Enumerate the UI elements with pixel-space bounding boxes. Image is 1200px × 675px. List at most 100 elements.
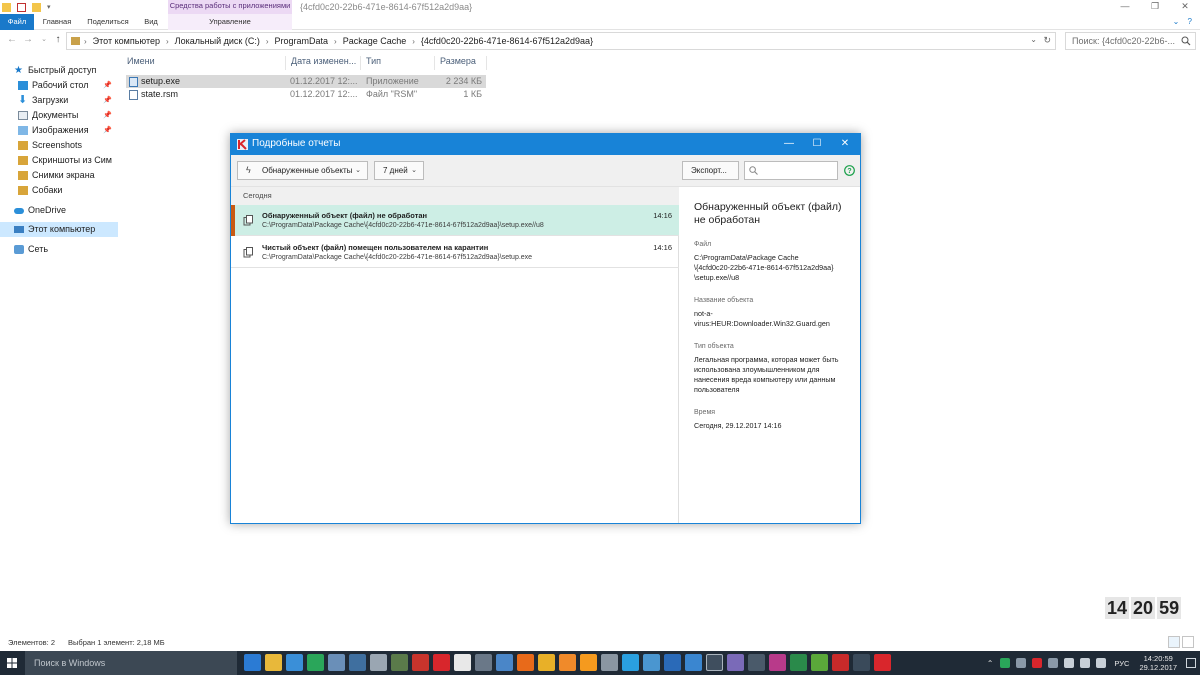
notifications-icon[interactable] xyxy=(1186,658,1196,668)
battery-icon[interactable] xyxy=(1096,658,1107,668)
tray-app-icon[interactable] xyxy=(1032,658,1043,668)
tab-manage[interactable]: Управление xyxy=(168,14,292,30)
app-icon[interactable] xyxy=(748,654,765,671)
dialog-close-button[interactable]: ✕ xyxy=(831,136,859,152)
export-button[interactable]: Экспорт... xyxy=(682,161,739,180)
windows-start-icon[interactable] xyxy=(0,651,24,675)
chevron-right-icon[interactable]: › xyxy=(266,37,269,46)
nav-item-sim-screenshots[interactable]: Скриншоты из Сим xyxy=(0,153,118,168)
kaspersky-taskbar-icon[interactable] xyxy=(874,654,891,671)
app-icon[interactable] xyxy=(811,654,828,671)
event-row-quarantined[interactable]: Чистый объект (файл) помещен пользовател… xyxy=(231,237,679,268)
chevron-up-icon[interactable]: ⌃ xyxy=(987,659,994,668)
volume-icon[interactable] xyxy=(1080,658,1091,668)
file-explorer-icon[interactable] xyxy=(265,654,282,671)
event-row-unprocessed[interactable]: Обнаруженный объект (файл) не обработан … xyxy=(231,205,679,236)
app-icon[interactable] xyxy=(832,654,849,671)
app-icon[interactable] xyxy=(706,654,723,671)
help-icon[interactable]: ? xyxy=(844,165,855,176)
breadcrumb-this-pc[interactable]: Этот компьютер xyxy=(93,36,160,46)
app-icon[interactable] xyxy=(475,654,492,671)
tab-share[interactable]: Поделиться xyxy=(80,14,136,30)
pin-icon[interactable]: 📌 xyxy=(103,108,112,123)
dialog-search-input[interactable] xyxy=(744,161,838,180)
app-icon[interactable] xyxy=(727,654,744,671)
search-input[interactable]: Поиск: {4cfd0c20-22b6-... xyxy=(1065,32,1196,50)
detected-objects-filter[interactable]: ϟ Обнаруженные объекты ⌄ xyxy=(237,161,368,180)
app-icon[interactable] xyxy=(349,654,366,671)
nav-this-pc[interactable]: Этот компьютер xyxy=(0,222,118,237)
taskbar-search-input[interactable]: Поиск в Windows xyxy=(25,651,237,675)
column-type[interactable]: Тип xyxy=(361,56,435,70)
details-view-icon[interactable] xyxy=(1168,636,1180,648)
settings-gear-icon[interactable] xyxy=(601,654,618,671)
app-icon[interactable] xyxy=(559,654,576,671)
odnoklassniki-icon[interactable] xyxy=(580,654,597,671)
nav-item-screen-snaps[interactable]: Снимки экрана xyxy=(0,168,118,183)
refresh-icon[interactable]: ↻ xyxy=(1043,35,1051,46)
tab-file[interactable]: Файл xyxy=(0,14,34,30)
app-icon[interactable] xyxy=(328,654,345,671)
pin-icon[interactable]: 📌 xyxy=(103,123,112,138)
breadcrumb-local-disk[interactable]: Локальный диск (C:) xyxy=(175,36,260,46)
days-filter[interactable]: 7 дней ⌄ xyxy=(374,161,424,180)
tab-view[interactable]: Вид xyxy=(138,14,164,30)
chevron-right-icon[interactable]: › xyxy=(334,37,337,46)
breadcrumb-guid-folder[interactable]: {4cfd0c20-22b6-471e-8614-67f512a2d9aa} xyxy=(421,36,593,46)
app-icon[interactable] xyxy=(412,654,429,671)
app-icon[interactable] xyxy=(769,654,786,671)
store-icon[interactable] xyxy=(286,654,303,671)
tab-home[interactable]: Главная xyxy=(36,14,78,30)
app-icon[interactable] xyxy=(853,654,870,671)
app-icon[interactable] xyxy=(391,654,408,671)
yandex-browser-icon[interactable] xyxy=(454,654,471,671)
maximize-button[interactable]: ❐ xyxy=(1140,0,1170,14)
chevron-down-icon[interactable]: ⌄ xyxy=(1173,17,1180,26)
chrome-icon[interactable] xyxy=(538,654,555,671)
app-icon[interactable] xyxy=(370,654,387,671)
app-icon[interactable] xyxy=(664,654,681,671)
tray-app-icon[interactable] xyxy=(1000,658,1011,668)
close-button[interactable]: ✕ xyxy=(1170,0,1200,14)
file-row-setup-exe[interactable]: setup.exe 01.12.2017 12:... Приложение 2… xyxy=(126,75,486,88)
minimize-button[interactable]: — xyxy=(1110,0,1140,14)
chevron-right-icon[interactable]: › xyxy=(84,37,87,46)
app-icon[interactable] xyxy=(496,654,513,671)
app-icon[interactable] xyxy=(433,654,450,671)
chevron-down-icon[interactable]: ▾ xyxy=(47,3,52,12)
up-arrow-icon[interactable]: ↑ xyxy=(52,34,64,46)
pin-icon[interactable]: 📌 xyxy=(103,93,112,108)
tray-app-icon[interactable] xyxy=(1048,658,1059,668)
column-name[interactable]: Имени xyxy=(122,56,286,70)
back-arrow-icon[interactable]: ← xyxy=(6,34,18,46)
breadcrumb-package-cache[interactable]: Package Cache xyxy=(343,36,407,46)
chevron-right-icon[interactable]: › xyxy=(166,37,169,46)
edge-icon[interactable] xyxy=(244,654,261,671)
breadcrumb-programdata[interactable]: ProgramData xyxy=(275,36,329,46)
help-icon[interactable]: ? xyxy=(1188,17,1192,26)
app-icon[interactable] xyxy=(307,654,324,671)
nav-item-pictures[interactable]: Изображения 📌 xyxy=(0,123,118,138)
column-size[interactable]: Размера xyxy=(435,56,487,70)
column-date[interactable]: Дата изменен... xyxy=(286,56,361,70)
nav-item-documents[interactable]: Документы 📌 xyxy=(0,108,118,123)
network-icon[interactable] xyxy=(1064,658,1075,668)
chevron-down-icon[interactable]: ⌄ xyxy=(1030,35,1037,44)
chevron-right-icon[interactable]: › xyxy=(412,37,415,46)
tray-app-icon[interactable] xyxy=(1016,658,1027,668)
forward-arrow-icon[interactable]: → xyxy=(22,34,34,46)
address-bar[interactable]: › Этот компьютер › Локальный диск (C:) ›… xyxy=(66,32,1056,50)
pin-icon[interactable]: 📌 xyxy=(103,78,112,93)
new-folder-icon[interactable] xyxy=(32,2,41,12)
input-language[interactable]: РУС xyxy=(1114,659,1129,668)
taskbar-clock[interactable]: 14:20:59 29.12.2017 xyxy=(1139,654,1177,672)
file-row-state-rsm[interactable]: state.rsm 01.12.2017 12:... Файл "RSM" 1… xyxy=(126,88,486,101)
recent-chevron-icon[interactable]: ⌄ xyxy=(38,34,50,46)
nav-item-desktop[interactable]: Рабочий стол 📌 xyxy=(0,78,118,93)
nav-item-dogs[interactable]: Собаки xyxy=(0,183,118,198)
nav-item-downloads[interactable]: ⬇ Загрузки 📌 xyxy=(0,93,118,108)
app-icon[interactable] xyxy=(790,654,807,671)
nav-onedrive[interactable]: OneDrive xyxy=(0,203,118,218)
firefox-icon[interactable] xyxy=(517,654,534,671)
nav-network[interactable]: Сеть xyxy=(0,242,118,257)
